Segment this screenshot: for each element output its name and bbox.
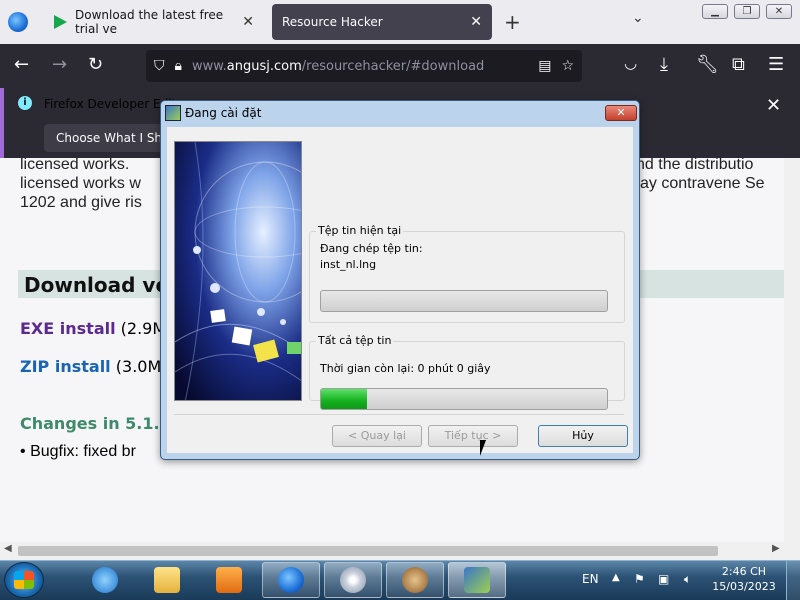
bullet-text: Bugfix: fixed br — [30, 443, 136, 460]
group-label: Tệp tin hiện tại — [316, 224, 404, 237]
url-bar[interactable]: ⛉ 🔒︎ www.angusj.com/resourcehacker/#down… — [146, 50, 582, 82]
body-text: ay contravene Se — [640, 175, 765, 192]
tray-expand-icon[interactable]: ▲ — [612, 572, 620, 583]
reader-view-icon[interactable]: ▤ — [538, 58, 551, 74]
current-file-name: inst_nl.lng — [320, 258, 377, 271]
wrench-icon[interactable]: 🔧︎ — [696, 54, 719, 75]
pocket-icon[interactable]: ◡ — [624, 54, 637, 72]
url-prefix: www. — [191, 58, 227, 74]
forward-icon[interactable]: → — [52, 54, 67, 75]
zip-install-link[interactable]: ZIP install — [20, 357, 111, 376]
menu-icon[interactable]: ☰ — [768, 54, 784, 75]
firefox-view-icon[interactable] — [8, 12, 28, 32]
shield-icon[interactable]: ⛉ — [154, 58, 165, 74]
current-file-progress — [320, 290, 608, 312]
taskbar-media-player[interactable] — [200, 562, 258, 598]
group-label: Tất cả tệp tin — [316, 334, 394, 347]
extensions-icon[interactable]: ⧉ — [732, 54, 745, 75]
tab-title: Resource Hacker — [282, 15, 383, 29]
vertical-scrollbar[interactable] — [784, 158, 800, 542]
all-files-group: Tất cả tệp tin Thời gian còn lại: 0 phút… — [309, 334, 625, 410]
installer-banner-image — [174, 141, 302, 401]
setup-icon — [464, 567, 490, 593]
installing-dialog: Đang cài đặt ✕ Tệp tin hiện tại Đang ché… — [160, 100, 640, 460]
url-domain: angusj.com — [226, 58, 302, 74]
close-icon[interactable]: ✕ — [766, 95, 781, 116]
clock-time: 2:46 CH — [721, 565, 767, 578]
play-icon — [54, 15, 67, 29]
progress-fill — [321, 389, 367, 409]
scroll-left-icon[interactable]: ◀ — [4, 543, 12, 554]
cancel-button[interactable]: Hủy — [538, 425, 628, 447]
minimize-button[interactable]: ▁ — [702, 4, 728, 19]
installer-icon — [165, 105, 181, 121]
dialog-title: Đang cài đặt — [185, 106, 262, 120]
chevron-down-icon[interactable]: ⌄ — [632, 10, 644, 26]
body-text: licensed works. — [20, 158, 130, 173]
resource-hacker-icon — [402, 567, 428, 593]
time-remaining: Thời gian còn lại: 0 phút 0 giây — [320, 362, 491, 375]
current-file-group: Tệp tin hiện tại Đang chép tệp tin: inst… — [309, 224, 625, 323]
info-icon: i — [18, 96, 32, 110]
close-icon[interactable]: ✕ — [242, 14, 254, 30]
bookmark-star-icon[interactable]: ☆ — [561, 58, 574, 74]
download-heading: Download ve — [24, 273, 170, 297]
body-text: nd the distributio — [636, 158, 754, 173]
taskbar-internet-explorer[interactable] — [76, 562, 134, 598]
exe-install-link[interactable]: EXE install — [20, 319, 116, 338]
back-icon[interactable]: ← — [14, 54, 29, 75]
reload-icon[interactable]: ↻ — [88, 54, 103, 75]
dialog-close-button[interactable]: ✕ — [605, 105, 637, 121]
taskbar-resource-hacker[interactable] — [386, 562, 444, 598]
total-progress — [320, 388, 608, 410]
notification-text: Firefox Developer Edit — [44, 97, 177, 111]
system-clock[interactable]: 2:46 CH 15/03/2023 — [712, 564, 776, 594]
divider — [174, 414, 624, 415]
next-button[interactable]: Tiếp tục > — [428, 425, 518, 447]
horizontal-scroll-thumb[interactable] — [18, 546, 718, 556]
choose-what-i-share-button[interactable]: Choose What I Share — [44, 124, 174, 152]
body-text: 1202 and give ris — [20, 194, 142, 211]
tab-title: Download the latest free trial ve — [75, 8, 224, 36]
internet-explorer-icon — [92, 567, 118, 593]
taskbar-firefox[interactable] — [262, 562, 320, 598]
zip-size: (3.0M — [115, 357, 162, 376]
url-text[interactable]: www.angusj.com/resourcehacker/#download — [192, 59, 484, 74]
bullet-icon: • — [20, 443, 26, 460]
tab-resource-hacker[interactable]: Resource Hacker ✕ — [272, 4, 492, 40]
scroll-right-icon[interactable]: ▶ — [772, 543, 780, 554]
back-button[interactable]: < Quay lại — [332, 425, 422, 447]
taskbar-installer-cd[interactable] — [324, 562, 382, 598]
clock-date: 15/03/2023 — [712, 580, 776, 593]
show-desktop-button[interactable] — [786, 561, 800, 600]
cd-icon — [340, 567, 366, 593]
close-icon[interactable]: ✕ — [470, 14, 482, 30]
restore-button[interactable]: ❐ — [734, 4, 760, 19]
windows-logo-icon — [14, 571, 34, 589]
folder-icon — [154, 567, 180, 593]
mouse-cursor-icon — [480, 440, 492, 456]
firefox-icon — [278, 567, 304, 593]
nav-toolbar: ← → ↻ ⛉ 🔒︎ www.angusj.com/resourcehacker… — [0, 44, 800, 88]
new-tab-icon[interactable]: + — [504, 10, 521, 34]
changes-heading: Changes in 5.1. — [20, 414, 160, 433]
tab-download[interactable]: Download the latest free trial ve ✕ — [44, 4, 264, 40]
copying-label: Đang chép tệp tin: — [320, 242, 423, 255]
close-window-button[interactable]: ✕ — [766, 4, 792, 19]
downloads-icon[interactable]: ⤓ — [660, 54, 668, 75]
media-player-icon — [216, 567, 242, 593]
language-indicator[interactable]: EN — [582, 572, 599, 586]
dialog-client: Tệp tin hiện tại Đang chép tệp tin: inst… — [167, 127, 633, 453]
network-icon[interactable]: ▣ — [658, 572, 669, 586]
lock-icon[interactable]: 🔒︎ — [175, 58, 182, 74]
body-text: licensed works w — [20, 175, 141, 192]
flag-icon[interactable]: ⚑ — [634, 572, 645, 586]
taskbar-setup[interactable] — [448, 562, 506, 598]
url-path: /resourcehacker/#download — [301, 58, 485, 74]
taskbar-file-explorer[interactable] — [138, 562, 196, 598]
volume-icon[interactable]: 🔈︎ — [684, 572, 691, 587]
